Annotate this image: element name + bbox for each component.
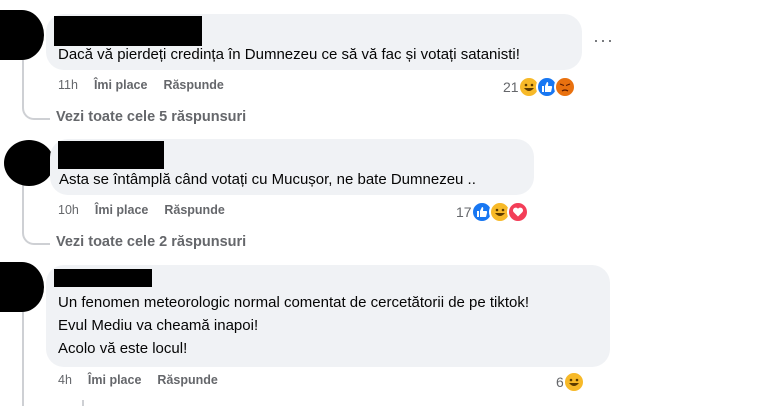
haha-icon: [562, 371, 585, 393]
comment-actions: 4h Îmi place Răspunde: [58, 373, 234, 387]
more-options-icon[interactable]: ···: [593, 30, 614, 51]
thread-line: [22, 312, 24, 406]
reaction-summary[interactable]: 17: [456, 201, 529, 223]
reply-button[interactable]: Răspunde: [157, 373, 217, 387]
comment-time[interactable]: 10h: [58, 203, 79, 217]
comment-text-line: Un fenomen meteorologic normal comentat …: [58, 294, 530, 311]
like-button[interactable]: Îmi place: [94, 78, 148, 92]
comment-time[interactable]: 4h: [58, 373, 72, 387]
redacted-author-name[interactable]: [58, 141, 164, 169]
comment-actions: 11h Îmi place Răspunde: [58, 78, 240, 92]
like-button[interactable]: Îmi place: [88, 373, 142, 387]
reaction-summary[interactable]: 21: [503, 76, 576, 98]
avatar[interactable]: [4, 140, 54, 186]
reaction-summary[interactable]: 6: [556, 371, 585, 393]
love-icon: [506, 201, 529, 223]
reaction-count: 21: [503, 79, 519, 95]
reply-button[interactable]: Răspunde: [164, 203, 224, 217]
comment-text-line: Acolo vă este locul!: [58, 340, 188, 357]
view-replies-link[interactable]: Vezi toate cele 5 răspunsuri: [56, 109, 246, 125]
comment-text: Asta se întâmplă când votați cu Mucușor,…: [59, 171, 476, 188]
thread-elbow: [22, 225, 50, 245]
like-button[interactable]: Îmi place: [95, 203, 149, 217]
view-replies-link[interactable]: Vezi toate cele 2 răspunsuri: [56, 234, 246, 250]
reaction-count: 17: [456, 204, 472, 220]
comment-text-line: Evul Mediu va cheamă inapoi!: [58, 317, 259, 334]
redacted-author-name[interactable]: [54, 16, 202, 46]
comment-text: Dacă vă pierdeți credința în Dumnezeu ce…: [58, 46, 520, 63]
comment-actions: 10h Îmi place Răspunde: [58, 203, 241, 217]
avatar[interactable]: [0, 10, 44, 60]
thread-elbow: [22, 100, 50, 120]
redacted-author-name[interactable]: [54, 269, 152, 287]
thread-line: [82, 400, 84, 406]
reply-button[interactable]: Răspunde: [163, 78, 223, 92]
comment-time[interactable]: 11h: [58, 78, 78, 92]
avatar[interactable]: [0, 262, 44, 312]
angry-icon: [553, 76, 576, 98]
